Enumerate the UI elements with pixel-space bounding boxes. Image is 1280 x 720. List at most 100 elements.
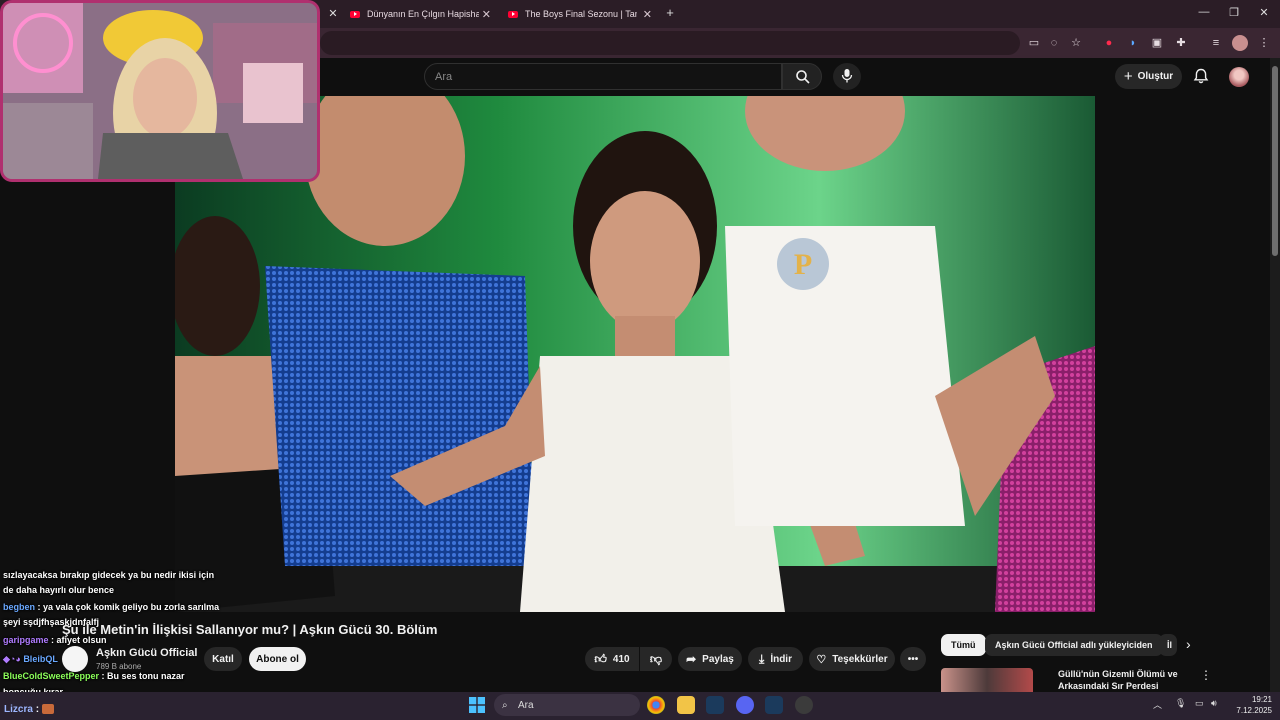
tray-chevron-up-icon[interactable]: ︿ bbox=[1153, 698, 1162, 711]
tab-close-icon[interactable]: ✕ bbox=[482, 8, 491, 21]
extension-icon[interactable]: ▣ bbox=[1149, 35, 1165, 51]
chevron-right-icon[interactable]: › bbox=[1186, 636, 1191, 652]
clock-date: 7.12.2025 bbox=[1236, 706, 1272, 715]
youtube-favicon-icon bbox=[508, 10, 518, 18]
chat-badge-icon: ◆◔◕ bbox=[3, 654, 21, 664]
share-label: Paylaş bbox=[702, 653, 734, 665]
steam-icon[interactable] bbox=[706, 696, 724, 714]
subscribe-label: Abone ol bbox=[256, 653, 299, 665]
recommendation-title[interactable]: Güllü'nün Gizemli Ölümü ve Arkasındaki S… bbox=[1058, 668, 1193, 692]
recommendation-menu-icon[interactable]: ⋮ bbox=[1200, 668, 1212, 682]
search-icon bbox=[796, 70, 810, 84]
taskbar-clock[interactable]: 19:21 7.12.2025 bbox=[1226, 694, 1272, 716]
chip-all[interactable]: Tümü bbox=[941, 634, 986, 656]
voice-search-button[interactable] bbox=[833, 63, 861, 90]
notifications-bell-icon[interactable] bbox=[1192, 67, 1210, 85]
thumbs-down-icon: 👎︎ bbox=[649, 651, 663, 666]
like-button[interactable]: 👍︎ 410 bbox=[585, 647, 639, 671]
clock-time: 19:21 bbox=[1251, 695, 1272, 704]
more-actions-button[interactable]: ••• bbox=[900, 647, 926, 671]
extension-red-icon[interactable]: ● bbox=[1101, 35, 1117, 51]
brooch-p-logo: P bbox=[794, 248, 812, 281]
chat-message-text: : ya vala çok komik geliyo bu zorla sarı… bbox=[37, 602, 220, 612]
subscriber-count: 789 B abone bbox=[96, 662, 142, 671]
subscribe-button[interactable]: Abone ol bbox=[249, 647, 306, 671]
search-icon: ⌕ bbox=[502, 699, 508, 711]
chat-message-text: sızlayacaksa bırakıp gidecek ya bu nedir… bbox=[3, 570, 215, 580]
chat-message: sızlayacaksa bırakıp gidecek ya bu nedir… bbox=[3, 568, 214, 583]
chat-message: de daha hayırlı olur bence bbox=[3, 583, 114, 598]
create-button[interactable]: + Oluştur bbox=[1115, 64, 1182, 89]
discord-icon[interactable] bbox=[736, 696, 754, 714]
extension-audio-icon[interactable]: ◗ bbox=[1125, 35, 1141, 51]
close-window-button[interactable]: ✕ bbox=[1256, 6, 1272, 19]
chip-label: Tümü bbox=[951, 640, 976, 650]
more-horizontal-icon: ••• bbox=[907, 653, 919, 665]
overlay-user: Lizcra bbox=[4, 704, 33, 715]
steam-icon[interactable] bbox=[765, 696, 783, 714]
tab-title: The Boys Final Sezonu | Tanıtım bbox=[525, 9, 637, 19]
chat-username: begben bbox=[3, 602, 36, 612]
chat-username: garipgame bbox=[3, 635, 49, 645]
recommendation-thumbnail[interactable] bbox=[941, 668, 1033, 692]
thumbs-up-icon: 👍︎ bbox=[594, 651, 607, 666]
overlay-emote-icon bbox=[41, 704, 54, 715]
account-avatar[interactable] bbox=[1229, 67, 1249, 87]
windows-start-icon[interactable] bbox=[469, 697, 485, 713]
chat-message: ◆◔◕ BleibQL bbox=[3, 652, 58, 667]
join-button[interactable]: Katıl bbox=[204, 647, 242, 671]
dislike-button[interactable]: 👎︎ bbox=[640, 647, 672, 671]
tab-close-icon[interactable]: ✕ bbox=[325, 7, 341, 20]
share-button[interactable]: ➦ Paylaş bbox=[678, 647, 742, 671]
chip-label: İl bbox=[1167, 640, 1173, 650]
puzzle-icon[interactable]: ✚ bbox=[1173, 35, 1189, 51]
create-label: Oluştur bbox=[1137, 71, 1174, 82]
minimize-button[interactable]: — bbox=[1196, 6, 1212, 18]
youtube-favicon-icon bbox=[350, 10, 360, 18]
like-count: 410 bbox=[612, 653, 630, 665]
taskbar-search[interactable]: ⌕ Ara bbox=[494, 694, 640, 716]
chat-message: BlueColdSweetPepper : Bu ses tonu nazar bbox=[3, 669, 185, 684]
file-explorer-icon[interactable] bbox=[677, 696, 695, 714]
bookmark-star-icon[interactable]: ☆ bbox=[1068, 35, 1084, 51]
download-label: İndir bbox=[770, 653, 792, 665]
page-scrollbar-thumb[interactable] bbox=[1272, 66, 1278, 256]
chat-username: BlueColdSweetPepper bbox=[3, 671, 100, 681]
download-button[interactable]: ⤓ İndir bbox=[748, 647, 803, 671]
video-title: Şu ile Metin'in İlişkisi Sallanıyor mu? … bbox=[62, 622, 438, 637]
channel-name[interactable]: Aşkın Gücü Official bbox=[96, 647, 197, 659]
browser-tab-2[interactable]: The Boys Final Sezonu | Tanıtım ✕ bbox=[500, 4, 658, 24]
chat-username: BleibQL bbox=[23, 654, 58, 664]
obs-icon[interactable] bbox=[795, 696, 813, 714]
restore-button[interactable]: ❐ bbox=[1226, 6, 1242, 19]
reading-list-icon[interactable]: ≡ bbox=[1208, 35, 1224, 51]
chip-from-uploader[interactable]: Aşkın Gücü Official adlı yükleyiciden bbox=[985, 634, 1163, 656]
tray-mic-icon[interactable]: 🎙︎ bbox=[1175, 698, 1186, 709]
search-input[interactable]: Ara bbox=[424, 63, 782, 90]
chrome-icon[interactable] bbox=[647, 696, 665, 714]
channel-avatar[interactable] bbox=[62, 646, 88, 672]
search-button[interactable] bbox=[782, 63, 822, 90]
tray-network-icon[interactable]: ▭ bbox=[1195, 698, 1204, 709]
chip-related[interactable]: İl bbox=[1159, 634, 1177, 656]
overlay-separator: : bbox=[35, 704, 40, 715]
thanks-button[interactable]: ♡ Teşekkürler bbox=[809, 647, 895, 671]
address-bar[interactable] bbox=[320, 31, 1020, 55]
tab-close-icon[interactable]: ✕ bbox=[643, 8, 652, 21]
profile-icon[interactable] bbox=[1232, 35, 1248, 51]
plus-icon: + bbox=[1123, 68, 1133, 85]
streamer-webcam-overlay bbox=[0, 0, 320, 182]
download-icon: ⤓ bbox=[759, 651, 765, 666]
microphone-icon bbox=[841, 69, 853, 83]
new-tab-button[interactable]: + bbox=[662, 5, 678, 20]
hide-eye-icon[interactable]: ◌ bbox=[1046, 35, 1062, 51]
cast-icon[interactable]: ▭ bbox=[1026, 35, 1042, 51]
tray-volume-icon[interactable]: 🔊︎ bbox=[1211, 698, 1217, 709]
chip-label: Aşkın Gücü Official adlı yükleyiciden bbox=[995, 640, 1153, 650]
browser-tab-1[interactable]: Dünyanın En Çılgın Hapishane ✕ bbox=[342, 4, 497, 24]
overlay-footer-user: Lizcra : bbox=[4, 704, 54, 715]
menu-kebab-icon[interactable]: ⋮ bbox=[1256, 35, 1272, 51]
taskbar-search-label: Ara bbox=[518, 699, 534, 711]
join-label: Katıl bbox=[212, 653, 234, 665]
tab-title: Dünyanın En Çılgın Hapishane bbox=[367, 9, 479, 19]
